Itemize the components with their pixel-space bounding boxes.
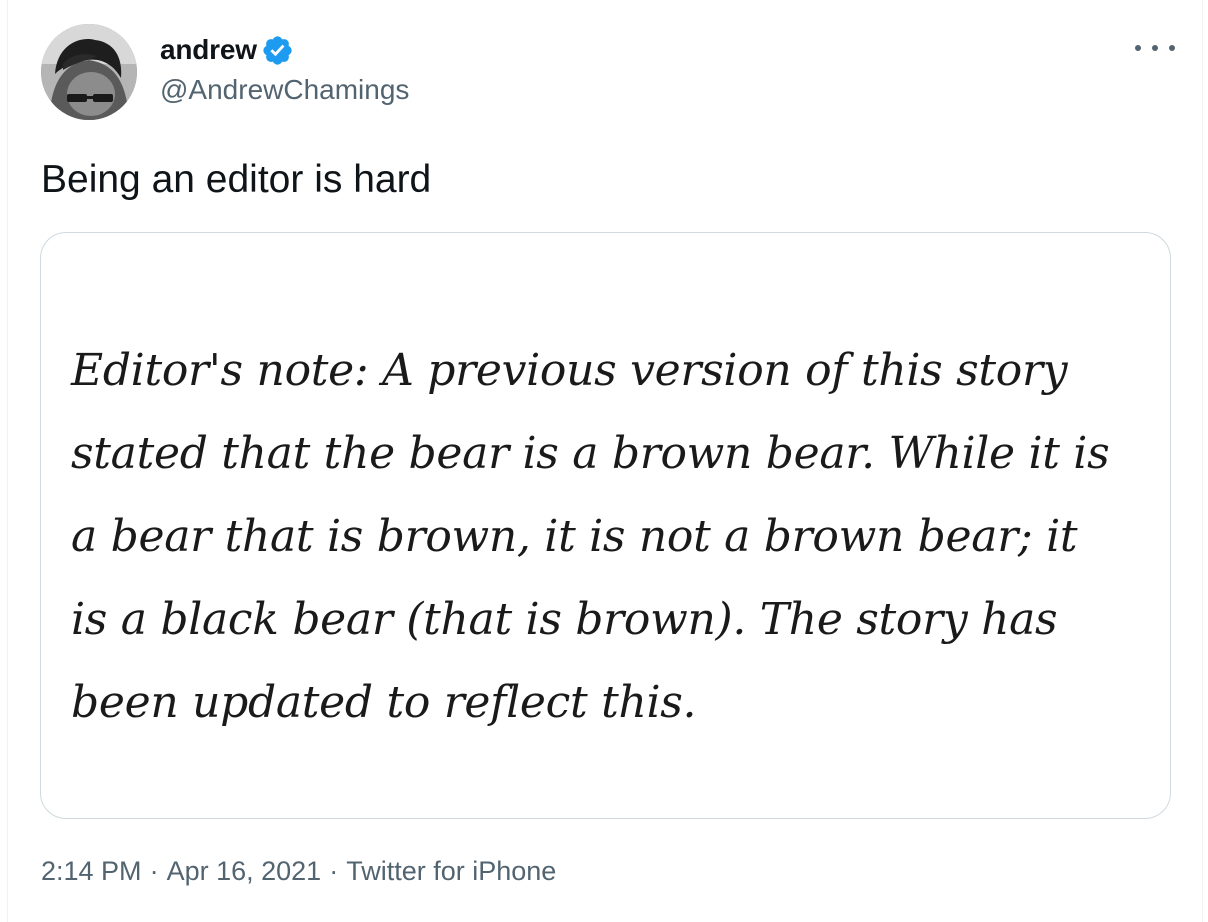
tweet-source[interactable]: Twitter for iPhone xyxy=(346,856,556,886)
verified-badge-icon xyxy=(261,34,294,67)
meta-separator: · xyxy=(149,856,159,886)
avatar[interactable] xyxy=(41,24,137,120)
editors-note-text: Editor's note: A previous version of thi… xyxy=(71,329,1161,744)
note-line: stated that the bear is a brown bear. Wh… xyxy=(71,428,1110,479)
display-name[interactable]: andrew xyxy=(160,34,257,66)
note-line: Editor's note: A previous version of thi… xyxy=(71,345,1068,396)
avatar-photo xyxy=(41,24,137,120)
note-line: been updated to reflect this. xyxy=(71,677,697,728)
author-name-row[interactable]: andrew xyxy=(160,32,294,68)
dot xyxy=(1135,45,1141,51)
tweet-date[interactable]: Apr 16, 2021 xyxy=(167,856,322,886)
note-line: is a black bear (that is brown). The sto… xyxy=(71,594,1058,645)
meta-separator: · xyxy=(329,856,339,886)
note-line: a bear that is brown, it is not a brown … xyxy=(71,511,1078,562)
dot xyxy=(1152,45,1158,51)
tweet-text: Being an editor is hard xyxy=(41,158,432,201)
tweet-meta: 2:14 PM · Apr 16, 2021 · Twitter for iPhone xyxy=(41,856,556,887)
tweet-time[interactable]: 2:14 PM xyxy=(41,856,142,886)
tweet-card: andrew @AndrewChamings Being an editor i… xyxy=(7,0,1203,922)
more-options-icon[interactable] xyxy=(1135,34,1175,62)
tweet-media-image[interactable]: Editor's note: A previous version of thi… xyxy=(40,232,1171,819)
dot xyxy=(1169,45,1175,51)
author-handle[interactable]: @AndrewChamings xyxy=(160,74,409,106)
